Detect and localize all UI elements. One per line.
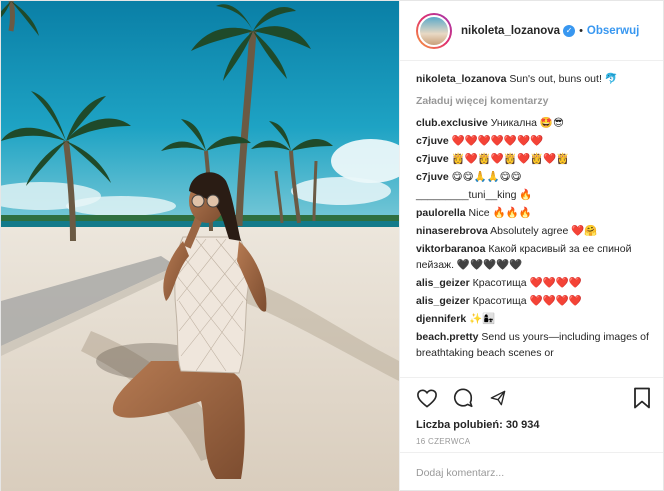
add-comment-bar: [400, 452, 663, 491]
comment-username[interactable]: c7juve: [416, 171, 449, 183]
comment-text: Nice 🔥🔥🔥: [468, 207, 532, 219]
action-bar: [400, 377, 663, 417]
comment-username[interactable]: beach.pretty: [416, 331, 478, 343]
comment-text: Красотища ❤️❤️❤️❤️: [472, 277, 582, 289]
caption-username[interactable]: nikoleta_lozanova: [416, 73, 506, 85]
comment-icon[interactable]: [452, 387, 474, 409]
comment-username[interactable]: ninaserebrova: [416, 225, 488, 237]
instagram-post: nikoleta_lozanova ✓ • Obserwuj nikoleta_…: [0, 0, 664, 491]
add-comment-input[interactable]: [416, 466, 647, 479]
comment-text: Уникална 🤩😎: [490, 117, 564, 129]
post-header: nikoleta_lozanova ✓ • Obserwuj: [400, 1, 663, 61]
comment-item: djenniferk ✨👩‍👧: [416, 311, 651, 327]
post-photo[interactable]: [1, 1, 399, 491]
comment-username[interactable]: c7juve: [416, 135, 449, 147]
post-side-panel: nikoleta_lozanova ✓ • Obserwuj nikoleta_…: [399, 1, 663, 491]
heart-icon[interactable]: [416, 388, 438, 408]
comment-text: Absolutely agree ❤️🤗: [490, 225, 598, 237]
comment-item: alis_geizer Красотища ❤️❤️❤️❤️: [416, 275, 651, 291]
comment-item: ninaserebrova Absolutely agree ❤️🤗: [416, 223, 651, 239]
comment-item: viktorbaranoa Какой красивый за ее спино…: [416, 241, 651, 273]
comment-username[interactable]: viktorbaranoa: [416, 243, 485, 255]
comment-text: 😋😋🙏🙏😋😋: [451, 171, 522, 183]
avatar[interactable]: [416, 12, 452, 49]
bookmark-icon[interactable]: [633, 387, 651, 409]
comment-text: 👸❤️👸❤️👸❤️👸❤️👸: [451, 153, 570, 165]
comment-username[interactable]: djenniferk: [416, 313, 466, 325]
comment-item: paulorella Nice 🔥🔥🔥: [416, 205, 651, 221]
comment-username[interactable]: club.exclusive: [416, 117, 488, 129]
comments-list: nikoleta_lozanova Sun's out, buns out! 🐬…: [400, 61, 663, 377]
author-username[interactable]: nikoleta_lozanova: [461, 25, 560, 37]
comment-item: _________tuni__king 🔥: [416, 187, 651, 203]
comment-text: ❤️❤️❤️❤️❤️❤️❤️: [451, 135, 544, 147]
comment-text: Красотища ❤️❤️❤️❤️: [472, 295, 582, 307]
caption: nikoleta_lozanova Sun's out, buns out! 🐬: [416, 71, 651, 87]
verified-icon: ✓: [563, 24, 576, 37]
comment-username[interactable]: paulorella: [416, 207, 466, 219]
load-more-comments-button[interactable]: Załaduj więcej komentarzy: [416, 93, 651, 109]
comment-username[interactable]: alis_geizer: [416, 277, 470, 289]
beach-photo: [1, 1, 399, 491]
likes-count[interactable]: Liczba polubień: 30 934: [400, 417, 663, 433]
separator-dot: •: [579, 24, 583, 37]
comment-item: c7juve 👸❤️👸❤️👸❤️👸❤️👸: [416, 151, 651, 167]
comment-text: ✨👩‍👧: [469, 313, 496, 325]
comment-text: _________tuni__king 🔥: [416, 189, 533, 201]
caption-text: Sun's out, buns out! 🐬: [509, 73, 618, 85]
comment-item: c7juve 😋😋🙏🙏😋😋: [416, 169, 651, 185]
comment-item: alis_geizer Красотища ❤️❤️❤️❤️: [416, 293, 651, 309]
follow-button[interactable]: Obserwuj: [587, 25, 639, 37]
comment-username[interactable]: alis_geizer: [416, 295, 470, 307]
comment-username[interactable]: c7juve: [416, 153, 449, 165]
post-date[interactable]: 16 CZERWCA: [400, 433, 663, 452]
comment-item: c7juve ❤️❤️❤️❤️❤️❤️❤️: [416, 133, 651, 149]
share-icon[interactable]: [488, 388, 508, 408]
comment-item: beach.pretty Send us yours—including ima…: [416, 329, 651, 361]
comment-item: club.exclusive Уникална 🤩😎: [416, 115, 651, 131]
